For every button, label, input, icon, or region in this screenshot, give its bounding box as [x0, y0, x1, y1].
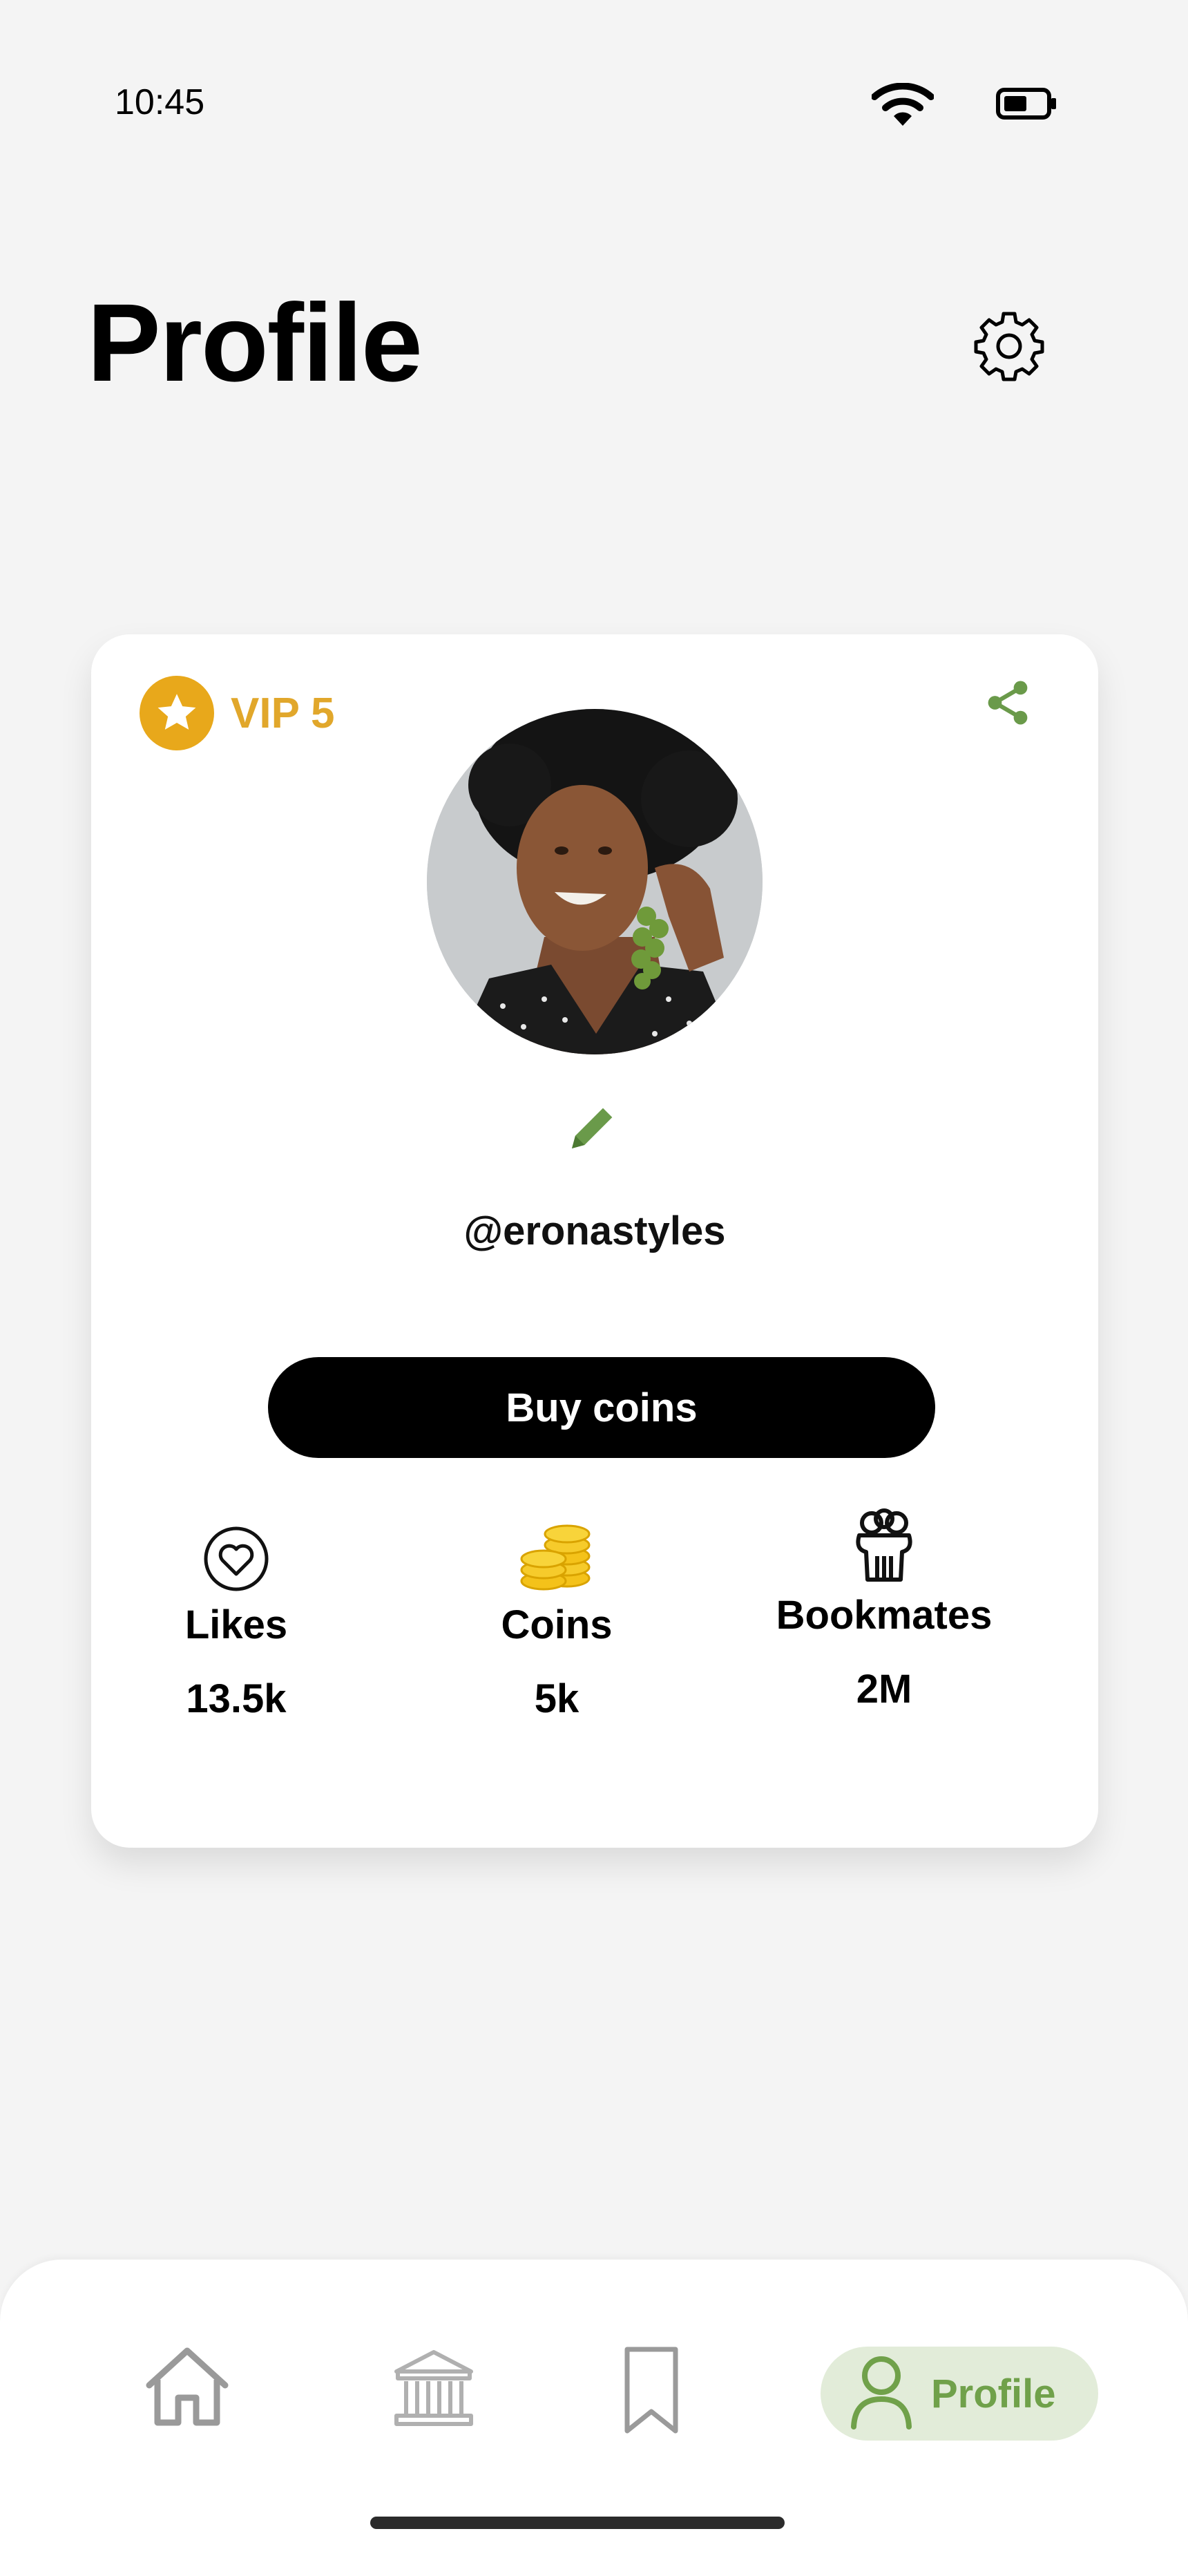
stat-label: Bookmates [776, 1593, 993, 1638]
profile-card: VIP 5 @eronastyles Buy coins Likes 13.5k… [91, 634, 1098, 1848]
bookmark-icon [623, 2345, 680, 2438]
nav-bookmarks[interactable] [623, 2345, 680, 2438]
nav-library[interactable] [392, 2348, 475, 2432]
username: @eronastyles [463, 1209, 726, 1253]
stat-value: 2M [856, 1667, 912, 1712]
buy-coins-button[interactable]: Buy coins [268, 1357, 935, 1458]
avatar[interactable] [427, 709, 763, 1054]
stat-label: Coins [501, 1602, 613, 1647]
library-icon [392, 2348, 475, 2432]
nav-profile[interactable]: Profile [821, 2347, 1098, 2441]
home-icon [144, 2345, 231, 2430]
gear-icon[interactable] [973, 310, 1046, 386]
nav-home[interactable] [144, 2345, 231, 2430]
stat-label: Likes [184, 1602, 288, 1647]
battery-icon [996, 87, 1058, 124]
vip-label: VIP 5 [231, 689, 335, 737]
stat-likes[interactable]: Likes 13.5k [112, 1512, 361, 1722]
star-icon [140, 676, 214, 750]
stat-bookmates[interactable]: Bookmates 2M [760, 1502, 1008, 1712]
stat-coins[interactable]: Coins 5k [432, 1512, 681, 1722]
status-time: 10:45 [115, 82, 205, 122]
stat-value: 5k [534, 1676, 579, 1721]
nav-profile-label: Profile [931, 2371, 1056, 2416]
share-icon[interactable] [982, 677, 1033, 732]
page-title: Profile [87, 281, 423, 404]
stat-value: 13.5k [186, 1676, 287, 1721]
home-indicator [370, 2517, 785, 2529]
profile-icon [848, 2355, 914, 2433]
coins-icon [432, 1512, 681, 1593]
wifi-icon [871, 82, 935, 131]
bookmates-icon [760, 1502, 1008, 1584]
bottom-nav: Profile [0, 2260, 1188, 2576]
heart-icon [112, 1512, 361, 1593]
pencil-icon[interactable] [565, 1100, 620, 1159]
vip-badge: VIP 5 [140, 676, 335, 750]
